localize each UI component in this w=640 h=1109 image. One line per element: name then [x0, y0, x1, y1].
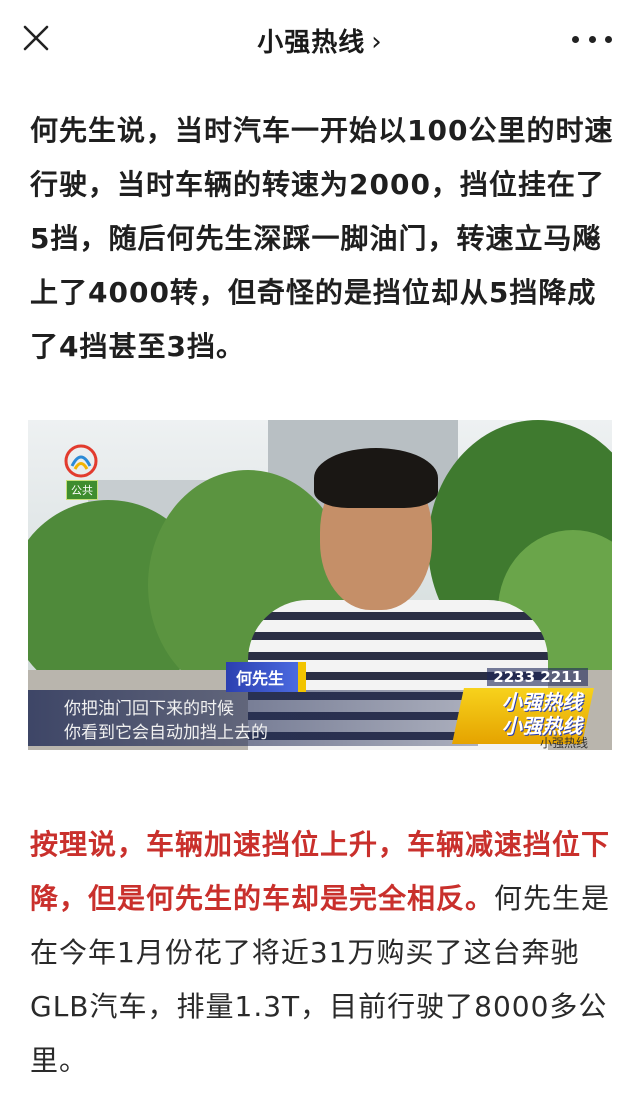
- more-dot-icon: [588, 35, 596, 43]
- more-button[interactable]: [572, 32, 612, 46]
- channel-badge: 公共: [66, 480, 98, 500]
- article-paragraph-2: 按理说，车辆加速挡位上升，车辆减速挡位下降，但是何先生的车却是完全相反。何先生是…: [30, 818, 615, 1088]
- show-logo: 小强热线 小强热线: [502, 690, 582, 738]
- account-title-link[interactable]: 小强热线 ›: [0, 22, 640, 59]
- chevron-right-icon: ›: [371, 27, 383, 57]
- video-screenshot: 公共 何先生 你把油门回下来的时候 你看到它会自动加挡上去的 2233 2211…: [28, 420, 612, 750]
- interviewee-hair: [314, 448, 438, 508]
- subtitle-line-2: 你看到它会自动加挡上去的: [64, 723, 268, 743]
- article-paragraph-1: 何先生说，当时汽车一开始以100公里的时速行驶，当时车辆的转速为2000，挡位挂…: [30, 114, 614, 363]
- hotline-number: 2233 2211: [487, 668, 588, 686]
- more-dot-icon: [605, 35, 612, 43]
- subtitle-line-1: 你把油门回下来的时候: [64, 699, 234, 719]
- show-logo-subtitle: 小强热线: [539, 736, 588, 750]
- tv-channel-logo-icon: [64, 444, 98, 478]
- top-bar: 小强热线 ›: [0, 0, 640, 80]
- name-tag: 何先生: [226, 662, 307, 692]
- show-logo-line-1: 小强热线: [502, 690, 582, 714]
- account-title: 小强热线: [257, 28, 366, 58]
- more-dot-icon: [572, 35, 579, 43]
